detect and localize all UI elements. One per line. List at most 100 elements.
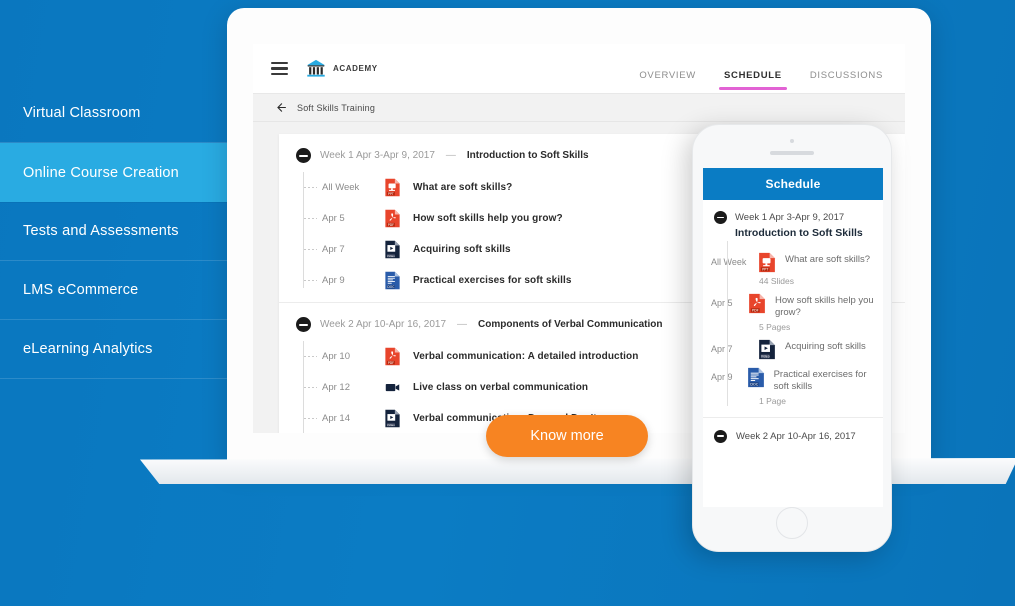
svg-text:Video: Video <box>387 254 395 258</box>
row-title: Live class on verbal communication <box>413 382 589 393</box>
sidebar-item-online-course-creation[interactable]: Online Course Creation <box>0 143 229 202</box>
phone-schedule-item[interactable]: Apr 5 PDF How soft skills help you grow?… <box>703 286 883 332</box>
phone-camera-icon <box>790 139 794 143</box>
week-range: Week 1 Apr 3-Apr 9, 2017 <box>320 150 435 161</box>
svg-text:PPT: PPT <box>388 192 394 196</box>
ppt-file-icon: PPT <box>759 252 775 273</box>
timeline-tick <box>304 387 317 388</box>
row-date: Apr 9 <box>711 371 733 382</box>
row-meta: 5 Pages <box>759 321 791 332</box>
phone-speaker-icon <box>770 151 814 155</box>
row-date: Apr 5 <box>322 213 345 224</box>
row-title: Acquiring soft skills <box>785 340 866 352</box>
collapse-minus-icon[interactable] <box>296 148 311 163</box>
phone-home-button[interactable] <box>776 507 808 539</box>
row-date: Apr 7 <box>711 343 733 354</box>
pdf-file-icon: PDF <box>749 293 765 314</box>
row-title: What are soft skills? <box>785 254 870 265</box>
timeline-tick <box>304 280 317 281</box>
sidebar-item-virtual-classroom[interactable]: Virtual Classroom <box>0 84 229 143</box>
row-title: How soft skills help you grow? <box>413 213 563 224</box>
phone-schedule-item[interactable]: Apr 9 DOC Practical exercises for soft s… <box>703 360 883 406</box>
phone-week-range: Week 1 Apr 3-Apr 9, 2017 <box>735 212 845 223</box>
tab-overview[interactable]: OVERVIEW <box>639 70 696 94</box>
row-meta: 1 Page <box>759 395 786 406</box>
row-date: All Week <box>322 182 360 193</box>
svg-text:Video: Video <box>761 354 770 358</box>
academy-bank-icon <box>306 59 326 77</box>
sidebar-item-label: Online Course Creation <box>23 164 179 181</box>
know-more-button[interactable]: Know more <box>486 415 648 457</box>
collapse-minus-icon[interactable] <box>714 211 727 224</box>
brand[interactable]: ACADEMY <box>305 58 378 80</box>
row-title: What are soft skills? <box>413 182 513 193</box>
video-file-icon: Video <box>385 409 400 428</box>
sidebar-item-label: LMS eCommerce <box>23 282 139 298</box>
week-title: Introduction to Soft Skills <box>466 150 589 161</box>
week-range: Week 2 Apr 10-Apr 16, 2017 <box>320 319 447 330</box>
row-date: Apr 10 <box>322 351 350 362</box>
live-class-camera-icon <box>385 383 400 392</box>
breadcrumb: Soft Skills Training <box>253 94 905 122</box>
row-date: Apr 14 <box>322 413 350 424</box>
phone-week-range: Week 2 Apr 10-Apr 16, 2017 <box>736 430 856 442</box>
sidebar-item-tests-and-assessments[interactable]: Tests and Assessments <box>0 202 229 261</box>
phone-schedule-item[interactable]: All Week PPT What are soft skills? 44 Sl… <box>703 245 883 286</box>
breadcrumb-label: Soft Skills Training <box>297 102 376 113</box>
video-file-icon: Video <box>759 339 775 359</box>
phone-week2-header[interactable]: Week 2 Apr 10-Apr 16, 2017 <box>703 418 883 455</box>
svg-text:PDF: PDF <box>752 309 759 313</box>
week-title: Components of Verbal Communication <box>478 319 663 330</box>
week-dash: — <box>457 319 468 330</box>
row-title: Practical exercises for soft skills <box>413 275 572 286</box>
top-tabs: OVERVIEW SCHEDULE DISCUSSIONS <box>639 44 883 94</box>
sidebar-item-label: eLearning Analytics <box>23 341 153 357</box>
phone-rows: All Week PPT What are soft skills? 44 Sl… <box>703 239 883 410</box>
phone-screen: Schedule Week 1 Apr 3-Apr 9, 2017 Introd… <box>703 168 883 507</box>
timeline-line <box>727 241 728 406</box>
svg-text:DOC: DOC <box>387 285 395 289</box>
phone-week-title: Introduction to Soft Skills <box>735 227 863 239</box>
svg-text:PDF: PDF <box>388 223 394 227</box>
sidebar-item-label: Tests and Assessments <box>23 223 179 239</box>
sidebar-nav: Virtual Classroom Online Course Creation… <box>0 84 229 379</box>
timeline-tick <box>304 218 317 219</box>
tab-schedule[interactable]: SCHEDULE <box>718 70 787 94</box>
row-title: How soft skills help you grow? <box>774 295 874 318</box>
brand-name: ACADEMY <box>333 64 378 73</box>
pdf-file-icon: PDF <box>385 209 400 228</box>
svg-text:PDF: PDF <box>388 361 394 365</box>
phone-header-title: Schedule <box>703 168 883 200</box>
row-date: Apr 12 <box>322 382 350 393</box>
sidebar-item-label: Virtual Classroom <box>23 105 141 121</box>
app-bar: ACADEMY OVERVIEW SCHEDULE DISCUSSIONS <box>253 44 905 94</box>
row-meta: 44 Slides <box>759 276 794 286</box>
tab-discussions[interactable]: DISCUSSIONS <box>810 70 883 94</box>
week-dash: — <box>445 150 456 161</box>
doc-file-icon: DOC <box>747 367 764 387</box>
collapse-minus-icon[interactable] <box>296 317 311 332</box>
svg-text:Video: Video <box>387 423 395 427</box>
row-title: Acquiring soft skills <box>413 244 511 255</box>
phone-device: Schedule Week 1 Apr 3-Apr 9, 2017 Introd… <box>692 124 892 552</box>
timeline-tick <box>304 249 317 250</box>
phone-schedule-item[interactable]: Apr 7 Video Acquiring soft skills <box>703 332 883 360</box>
collapse-minus-icon[interactable] <box>714 429 727 443</box>
timeline-tick <box>304 418 317 419</box>
row-title: Practical exercises for soft skills <box>773 368 867 392</box>
svg-text:DOC: DOC <box>750 382 758 386</box>
ppt-file-icon: PPT <box>385 178 400 197</box>
sidebar-item-lms-ecommerce[interactable]: LMS eCommerce <box>0 261 229 320</box>
row-date: All Week <box>711 257 747 267</box>
row-date: Apr 7 <box>322 244 345 255</box>
doc-file-icon: DOC <box>385 271 400 290</box>
hamburger-icon[interactable] <box>271 61 288 76</box>
video-file-icon: Video <box>385 240 400 259</box>
row-date: Apr 5 <box>711 298 733 308</box>
sidebar-item-elearning-analytics[interactable]: eLearning Analytics <box>0 320 229 379</box>
timeline-tick <box>304 356 317 357</box>
phone-week-header: Week 1 Apr 3-Apr 9, 2017 <box>703 200 883 224</box>
back-arrow-icon[interactable] <box>275 101 288 114</box>
timeline-tick <box>304 187 317 188</box>
row-title: Verbal communication: A detailed introdu… <box>413 351 639 362</box>
